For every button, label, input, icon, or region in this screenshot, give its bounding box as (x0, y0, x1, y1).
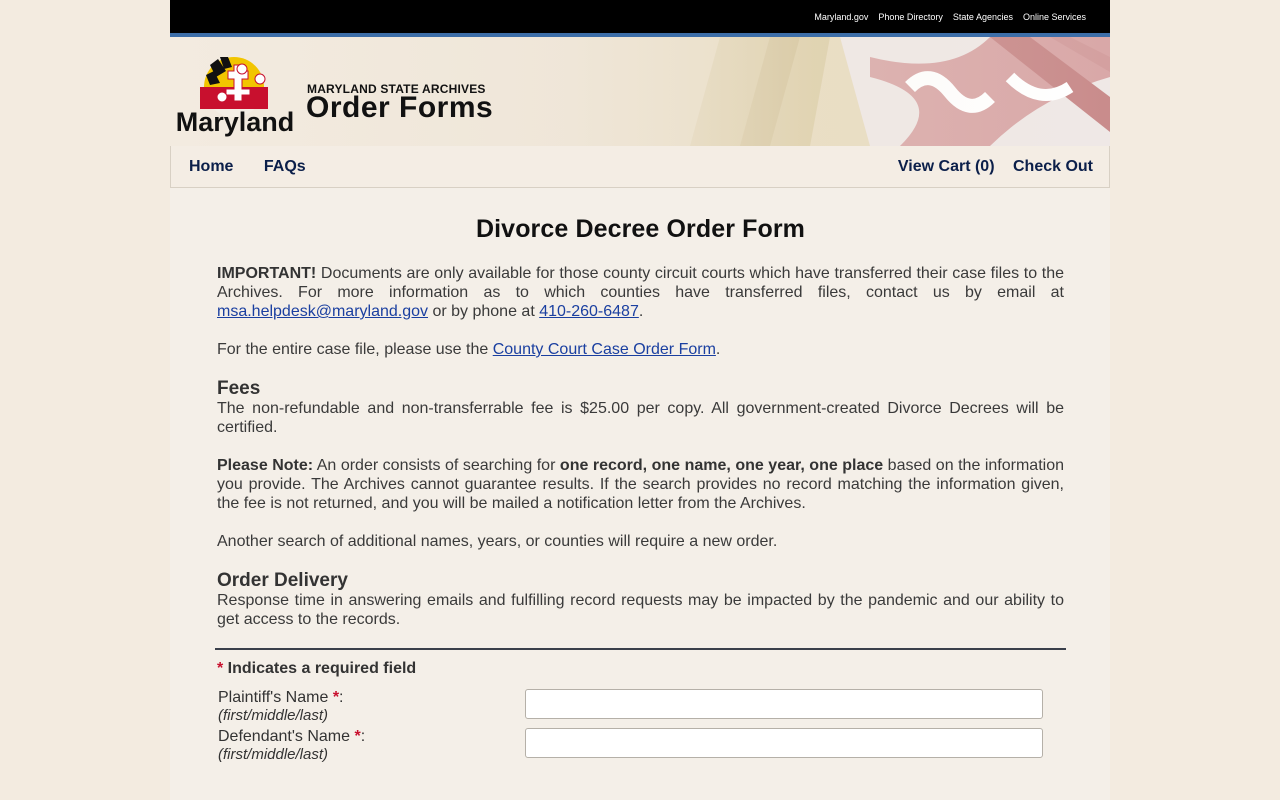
case-file-end-period: . (715, 341, 721, 358)
required-note-text: Indicates a required field (223, 660, 417, 677)
nav-check-out[interactable]: Check Out (1013, 158, 1093, 175)
page-title: Divorce Decree Order Form (475, 215, 806, 243)
plaintiff-hint: (first/middle/last) (218, 707, 329, 724)
important-end-period: . (638, 303, 644, 320)
important-paragraph: IMPORTANT! Documents are only available … (217, 264, 1064, 321)
nav-home[interactable]: Home (189, 158, 233, 175)
email-link[interactable]: msa.helpdesk@maryland.gov (217, 303, 428, 320)
nav-right-group: View Cart (0) Check Out (884, 158, 1093, 176)
plaintiff-label: Plaintiff's Name *: (first/middle/last) (217, 689, 525, 725)
page-wrapper: Maryland.gov Phone Directory State Agenc… (170, 0, 1110, 800)
header-title: Order Forms (306, 91, 494, 124)
note-bold-text: one record, one name, one year, one plac… (559, 457, 884, 474)
fees-heading: Fees (217, 378, 261, 399)
note-text-1: An order consists of searching for (313, 457, 560, 474)
fees-text: The non-refundable and non-transferrable… (217, 400, 1064, 436)
defendant-label: Defendant's Name *: (first/middle/last) (217, 728, 525, 764)
case-file-paragraph: For the entire case file, please use the… (217, 340, 1064, 359)
maryland-flag-image (570, 37, 1110, 146)
plaintiff-row: Plaintiff's Name *: (first/middle/last) (217, 689, 1064, 728)
defendant-row: Defendant's Name *: (first/middle/last) (217, 728, 1064, 767)
defendant-label-colon: : (360, 728, 366, 745)
nav-left-group: Home FAQs (189, 158, 332, 176)
defendant-hint: (first/middle/last) (218, 746, 329, 763)
logo-wordmark: Maryland (176, 107, 294, 137)
order-delivery-text: Response time in answering emails and fu… (217, 592, 1064, 628)
plaintiff-name-input[interactable] (525, 689, 1043, 719)
county-court-case-link[interactable]: County Court Case Order Form (493, 341, 716, 358)
utility-link-state-agencies[interactable]: State Agencies (953, 12, 1013, 22)
plaintiff-label-colon: : (339, 689, 344, 706)
important-label: IMPORTANT! (217, 265, 317, 282)
phone-prefix-text: or by phone at (428, 303, 540, 320)
main-content: Divorce Decree Order Form IMPORTANT! Doc… (170, 188, 1110, 800)
plaintiff-label-text: Plaintiff's Name (218, 689, 333, 706)
utility-link-online-services[interactable]: Online Services (1023, 12, 1086, 22)
phone-link[interactable]: 410-260-6487 (539, 303, 639, 320)
required-field-note: * Indicates a required field (217, 660, 1064, 678)
defendant-name-input[interactable] (525, 728, 1043, 758)
note-paragraph: Please Note: An order consists of search… (217, 456, 1064, 513)
order-delivery-heading: Order Delivery (217, 570, 348, 591)
utility-link-maryland-gov[interactable]: Maryland.gov (814, 12, 868, 22)
note-label: Please Note: (217, 457, 314, 474)
important-text: Documents are only available for those c… (217, 265, 1064, 301)
defendant-label-text: Defendant's Name (218, 728, 355, 745)
utility-link-phone-directory[interactable]: Phone Directory (878, 12, 943, 22)
main-nav: Home FAQs View Cart (0) Check Out (170, 146, 1110, 188)
nav-faqs[interactable]: FAQs (264, 158, 306, 175)
case-file-text: For the entire case file, please use the (217, 341, 493, 358)
nav-view-cart[interactable]: View Cart (0) (898, 158, 995, 175)
utility-bar: Maryland.gov Phone Directory State Agenc… (170, 0, 1110, 37)
maryland-logo-icon: Maryland (176, 57, 294, 137)
section-divider (215, 648, 1066, 650)
header-banner: Maryland MARYLAND STATE ARCHIVES Order F… (170, 37, 1110, 146)
another-search-text: Another search of additional names, year… (217, 533, 778, 550)
